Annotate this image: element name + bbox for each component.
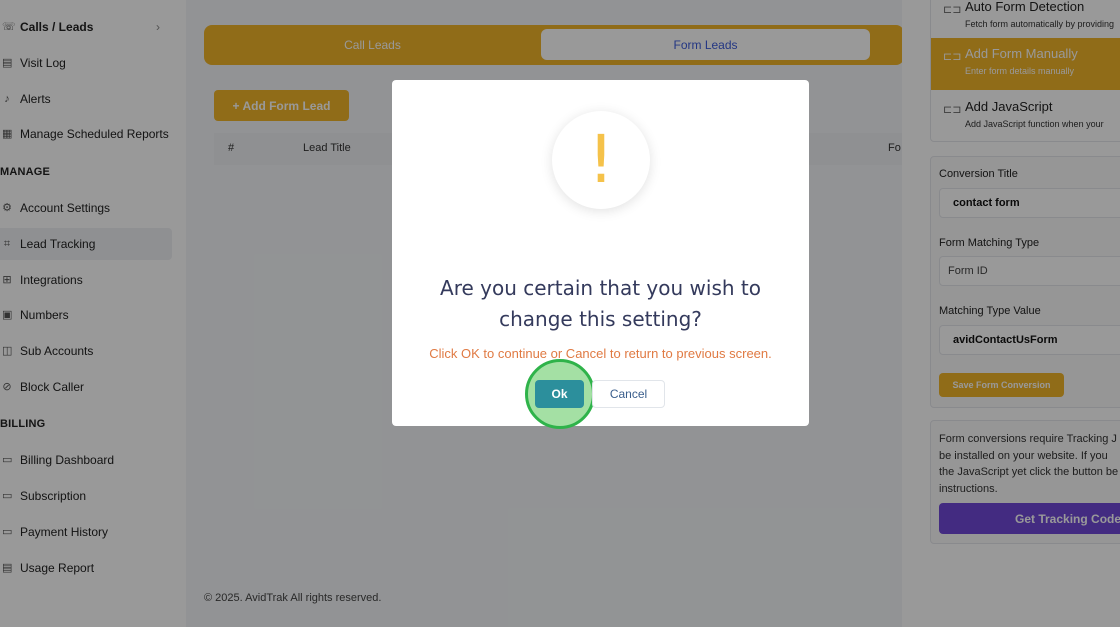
confirm-dialog: ! Are you certain that you wish to chang… bbox=[392, 80, 809, 426]
dialog-title: Are you certain that you wish to change … bbox=[392, 273, 809, 335]
cancel-button[interactable]: Cancel bbox=[592, 380, 665, 408]
dialog-subtitle: Click OK to continue or Cancel to return… bbox=[429, 346, 772, 361]
warning-icon: ! bbox=[552, 111, 650, 209]
dialog-title-line2: change this setting? bbox=[499, 307, 702, 331]
dialog-title-line1: Are you certain that you wish to bbox=[440, 276, 761, 300]
ok-button[interactable]: Ok bbox=[535, 380, 584, 408]
